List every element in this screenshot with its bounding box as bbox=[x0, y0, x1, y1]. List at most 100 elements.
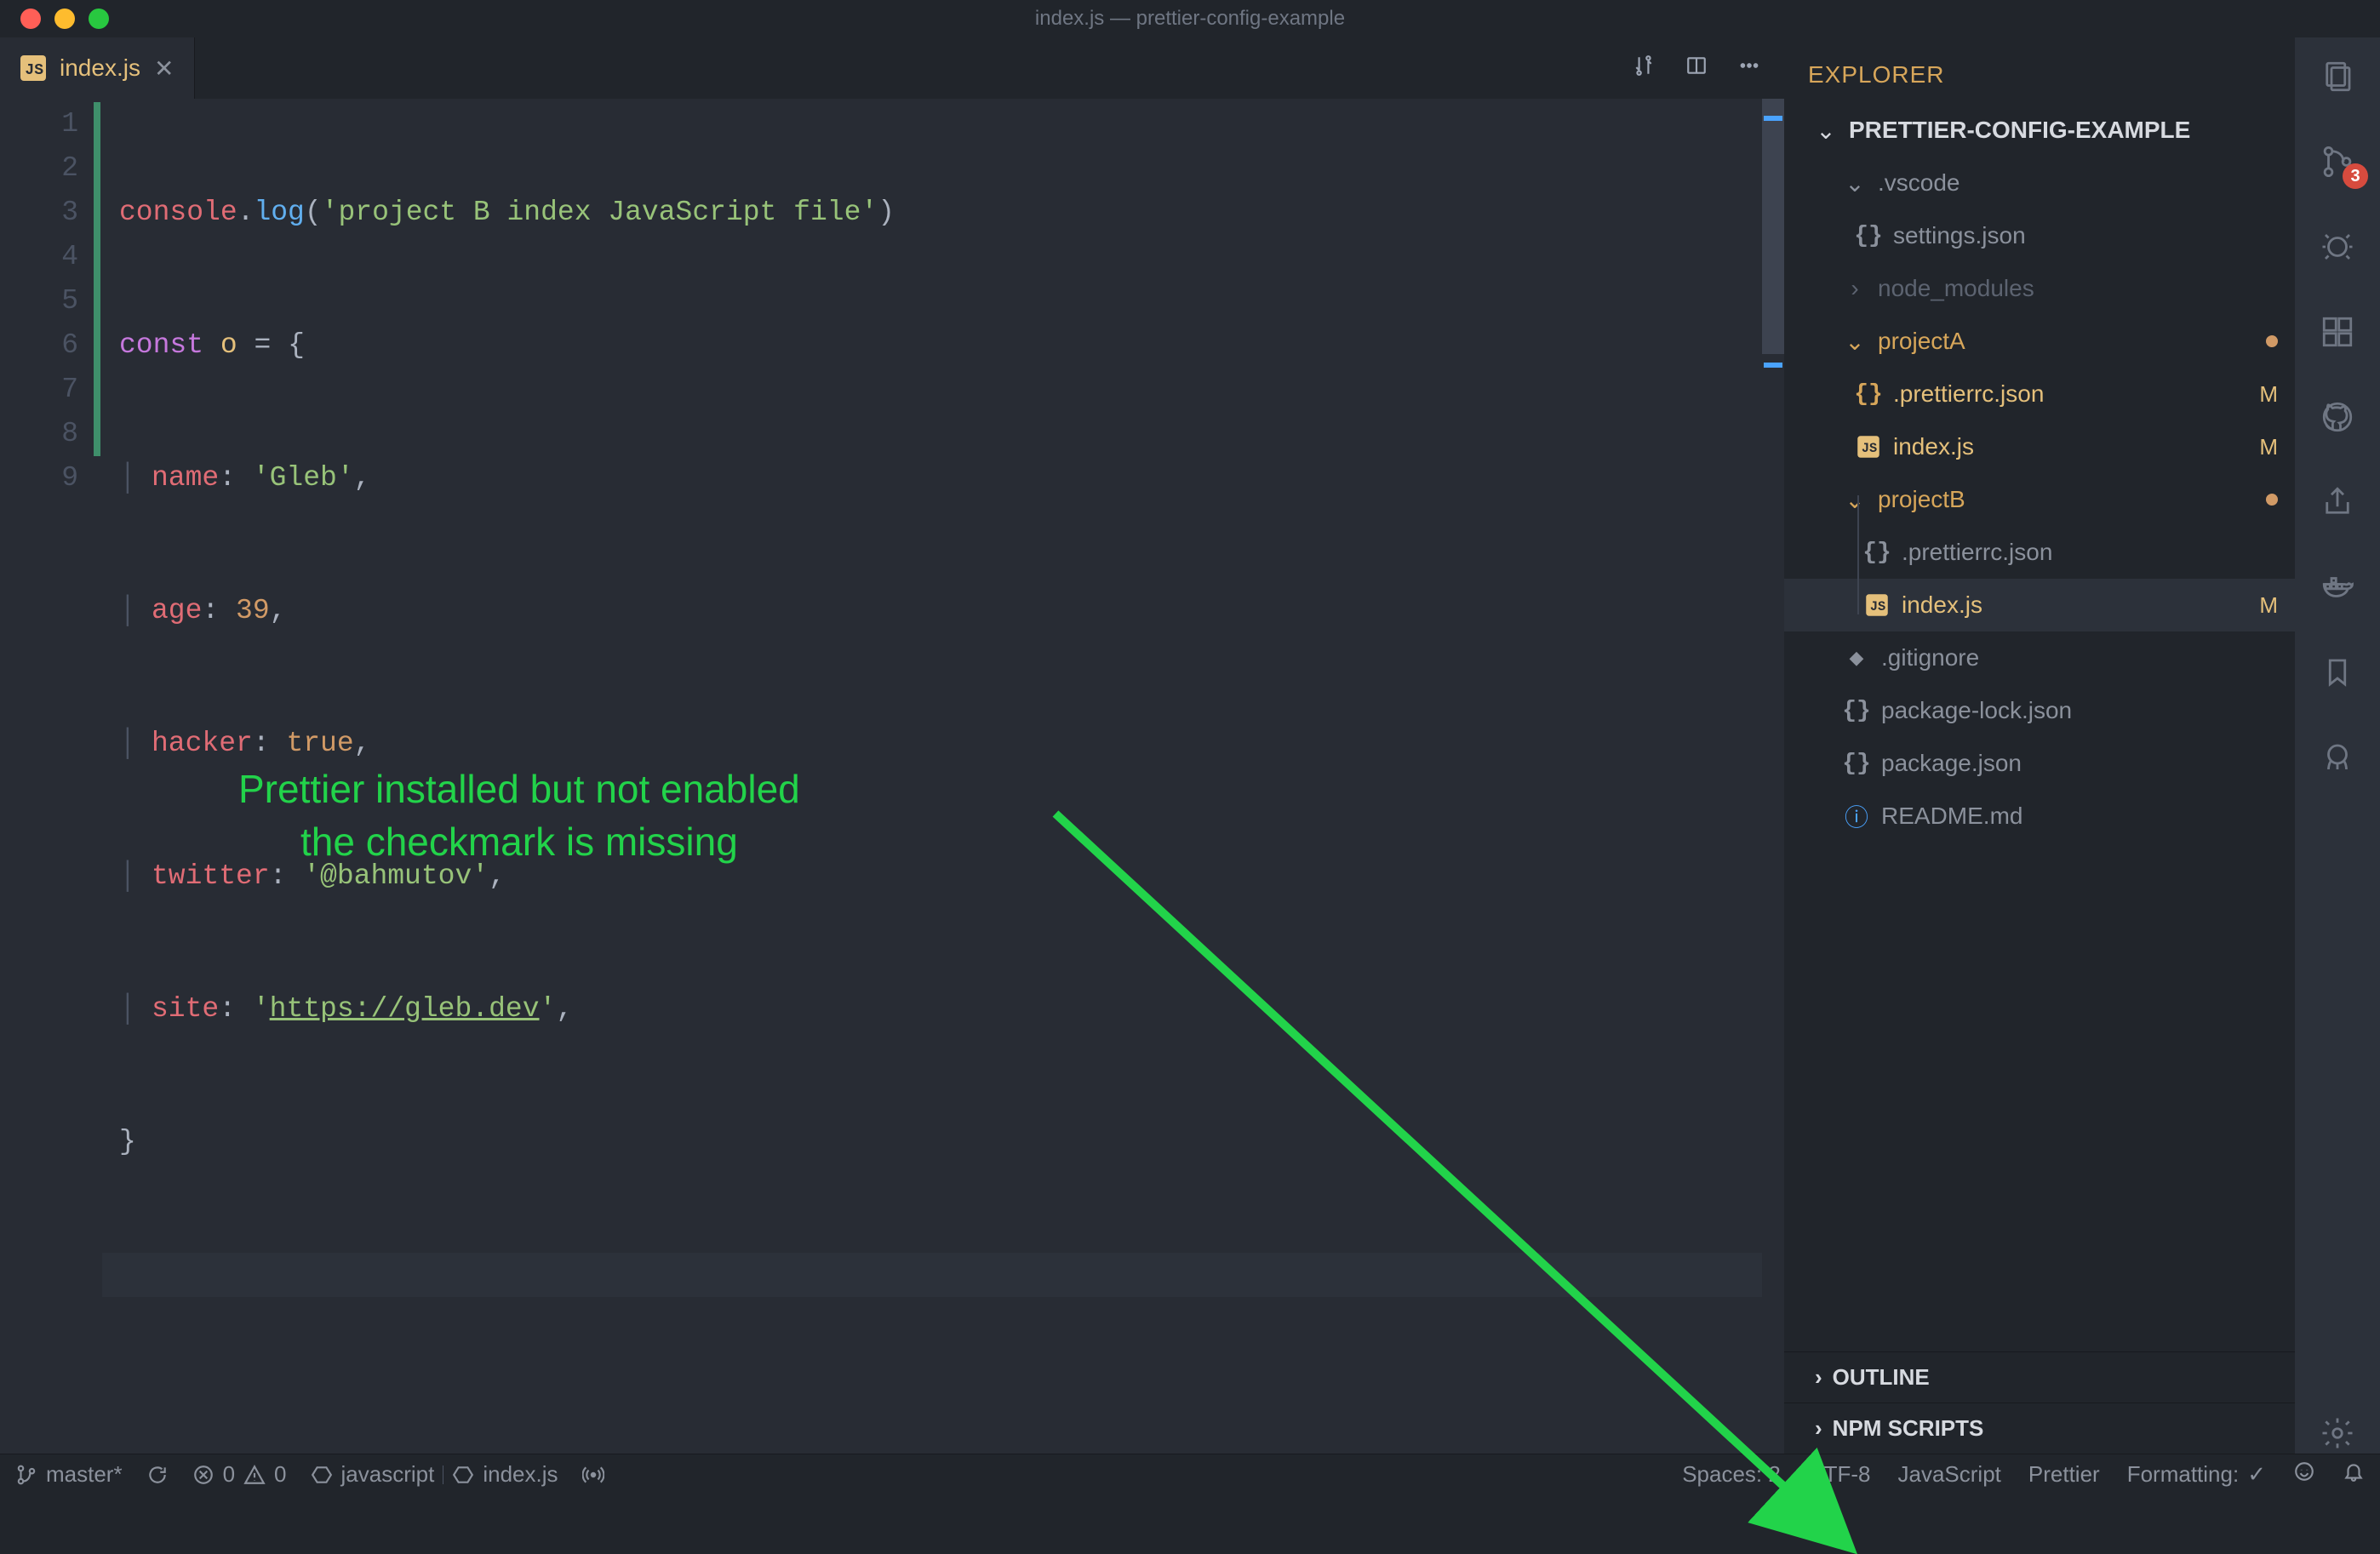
chevron-down-icon: ⌄ bbox=[1844, 169, 1866, 197]
close-tab-icon[interactable]: ✕ bbox=[154, 54, 174, 83]
titlebar: index.js — prettier-config-example bbox=[0, 0, 2380, 37]
tree-folder-projectb[interactable]: ⌄ projectB bbox=[1784, 473, 2295, 526]
eslint-scope: javascript bbox=[341, 1461, 435, 1488]
minimize-window-button[interactable] bbox=[54, 9, 75, 29]
wallaby-icon[interactable] bbox=[2317, 737, 2358, 778]
json-file-icon: {} bbox=[1856, 223, 1881, 249]
tree-folder-projecta[interactable]: ⌄ projectA bbox=[1784, 315, 2295, 368]
tree-label: .prettierrc.json bbox=[1902, 539, 2278, 566]
line-number: 5 bbox=[0, 279, 78, 323]
tree-file-gitignore[interactable]: ◆ .gitignore bbox=[1784, 631, 2295, 684]
tree-file-prettierrc-a[interactable]: {} .prettierrc.json M bbox=[1784, 368, 2295, 420]
tree-folder-vscode[interactable]: ⌄ .vscode bbox=[1784, 157, 2295, 209]
scm-badge: 3 bbox=[2343, 163, 2368, 189]
tree-folder-node-modules[interactable]: › node_modules bbox=[1784, 262, 2295, 315]
chevron-right-icon: › bbox=[1815, 1364, 1822, 1391]
source-control-icon[interactable]: 3 bbox=[2317, 141, 2358, 182]
tree-file-index-a[interactable]: JS index.js M bbox=[1784, 420, 2295, 473]
tree-label: settings.json bbox=[1893, 222, 2278, 249]
debug-icon[interactable] bbox=[2317, 226, 2358, 267]
line-number: 7 bbox=[0, 368, 78, 412]
overview-ruler[interactable] bbox=[1762, 99, 1784, 1454]
chevron-right-icon: › bbox=[1815, 1415, 1822, 1442]
line-number: 1 bbox=[0, 102, 78, 146]
line-number: 2 bbox=[0, 146, 78, 191]
eslint-icon bbox=[311, 1464, 333, 1486]
language-mode-status[interactable]: JavaScript bbox=[1898, 1461, 2001, 1488]
code-token: ' bbox=[540, 987, 557, 1031]
tree-label: projectB bbox=[1878, 486, 2254, 513]
formatting-status[interactable]: Formatting: ✓ bbox=[2127, 1461, 2266, 1488]
js-file-icon: JS bbox=[1866, 594, 1888, 616]
formatting-label: Formatting: bbox=[2127, 1461, 2240, 1488]
problems-status[interactable]: 0 0 bbox=[192, 1461, 287, 1488]
tree-file-prettierrc-b[interactable]: {} .prettierrc.json bbox=[1784, 526, 2295, 579]
gitignore-file-icon: ◆ bbox=[1844, 647, 1869, 669]
compare-changes-icon[interactable] bbox=[1633, 54, 1655, 83]
json-file-icon: {} bbox=[1856, 381, 1881, 408]
chevron-down-icon: ⌄ bbox=[1844, 486, 1866, 514]
explorer-icon[interactable] bbox=[2317, 56, 2358, 97]
code-editor[interactable]: 1 2 3 4 5 6 7 8 9 console.log('project B… bbox=[0, 99, 1784, 1454]
prettier-status[interactable]: Prettier bbox=[2028, 1461, 2100, 1488]
code-token: } bbox=[119, 1120, 136, 1164]
code-token: const bbox=[119, 323, 203, 368]
github-icon[interactable] bbox=[2317, 397, 2358, 437]
close-window-button[interactable] bbox=[20, 9, 41, 29]
json-file-icon: {} bbox=[1864, 540, 1890, 566]
window-title: index.js — prettier-config-example bbox=[1035, 7, 1345, 31]
tree-label: package.json bbox=[1881, 750, 2278, 777]
git-branch-status[interactable]: master* bbox=[15, 1461, 123, 1488]
outline-section[interactable]: › OUTLINE bbox=[1784, 1351, 2295, 1403]
modified-dot-icon bbox=[2266, 494, 2278, 506]
sync-status[interactable] bbox=[146, 1464, 169, 1486]
maximize-window-button[interactable] bbox=[89, 9, 109, 29]
line-number: 9 bbox=[0, 456, 78, 500]
encoding-status[interactable]: UTF-8 bbox=[1808, 1461, 1871, 1488]
line-gutter: 1 2 3 4 5 6 7 8 9 bbox=[0, 99, 94, 1454]
js-file-icon: JS bbox=[20, 55, 46, 81]
indentation-status[interactable]: Spaces: 2 bbox=[1682, 1461, 1781, 1488]
main-area: JS index.js ✕ bbox=[0, 37, 2380, 1454]
tree-label: index.js bbox=[1902, 591, 2247, 619]
code-token: console bbox=[119, 191, 237, 235]
tree-label: .vscode bbox=[1878, 169, 2278, 197]
tree-file-readme[interactable]: ⓘ README.md bbox=[1784, 790, 2295, 843]
bookmark-icon[interactable] bbox=[2317, 652, 2358, 693]
code-link[interactable]: https://gleb.dev bbox=[270, 987, 540, 1031]
eslint-status[interactable]: javascript index.js bbox=[311, 1461, 558, 1488]
tree-file-package[interactable]: {} package.json bbox=[1784, 737, 2295, 790]
editor-column: JS index.js ✕ bbox=[0, 37, 1784, 1454]
npm-scripts-section[interactable]: › NPM SCRIPTS bbox=[1784, 1403, 2295, 1454]
tree-root[interactable]: ⌄ PRETTIER-CONFIG-EXAMPLE bbox=[1784, 104, 2295, 157]
tab-index-js[interactable]: JS index.js ✕ bbox=[0, 37, 195, 99]
settings-gear-icon[interactable] bbox=[2317, 1413, 2358, 1454]
line-number: 8 bbox=[0, 412, 78, 456]
modified-dot-icon bbox=[2266, 335, 2278, 347]
tree-label: package-lock.json bbox=[1881, 697, 2278, 724]
tree-file-index-b[interactable]: JS index.js M bbox=[1784, 579, 2295, 631]
split-editor-icon[interactable] bbox=[1685, 54, 1708, 83]
code-token: site bbox=[152, 987, 219, 1031]
more-actions-icon[interactable] bbox=[1738, 54, 1760, 83]
live-status[interactable] bbox=[582, 1464, 604, 1486]
activity-bar: 3 bbox=[2295, 37, 2380, 1454]
info-file-icon: ⓘ bbox=[1844, 799, 1869, 833]
editor-actions bbox=[1633, 37, 1784, 99]
chevron-down-icon: ⌄ bbox=[1815, 117, 1837, 145]
tree-file-packagelock[interactable]: {} package-lock.json bbox=[1784, 684, 2295, 737]
code-token: age bbox=[152, 589, 202, 633]
notifications-icon[interactable] bbox=[2343, 1460, 2365, 1488]
docker-icon[interactable] bbox=[2317, 567, 2358, 608]
share-icon[interactable] bbox=[2317, 482, 2358, 523]
git-branch-icon bbox=[15, 1464, 37, 1486]
tree-file-settings[interactable]: {} settings.json bbox=[1784, 209, 2295, 262]
extensions-icon[interactable] bbox=[2317, 311, 2358, 352]
chevron-down-icon: ⌄ bbox=[1844, 328, 1866, 356]
code-token: ' bbox=[253, 987, 270, 1031]
code-content[interactable]: console.log('project B index JavaScript … bbox=[102, 99, 1762, 1454]
window-controls bbox=[0, 9, 109, 29]
feedback-icon[interactable] bbox=[2293, 1460, 2315, 1488]
editor-tabbar: JS index.js ✕ bbox=[0, 37, 1784, 99]
eslint-icon bbox=[452, 1464, 474, 1486]
